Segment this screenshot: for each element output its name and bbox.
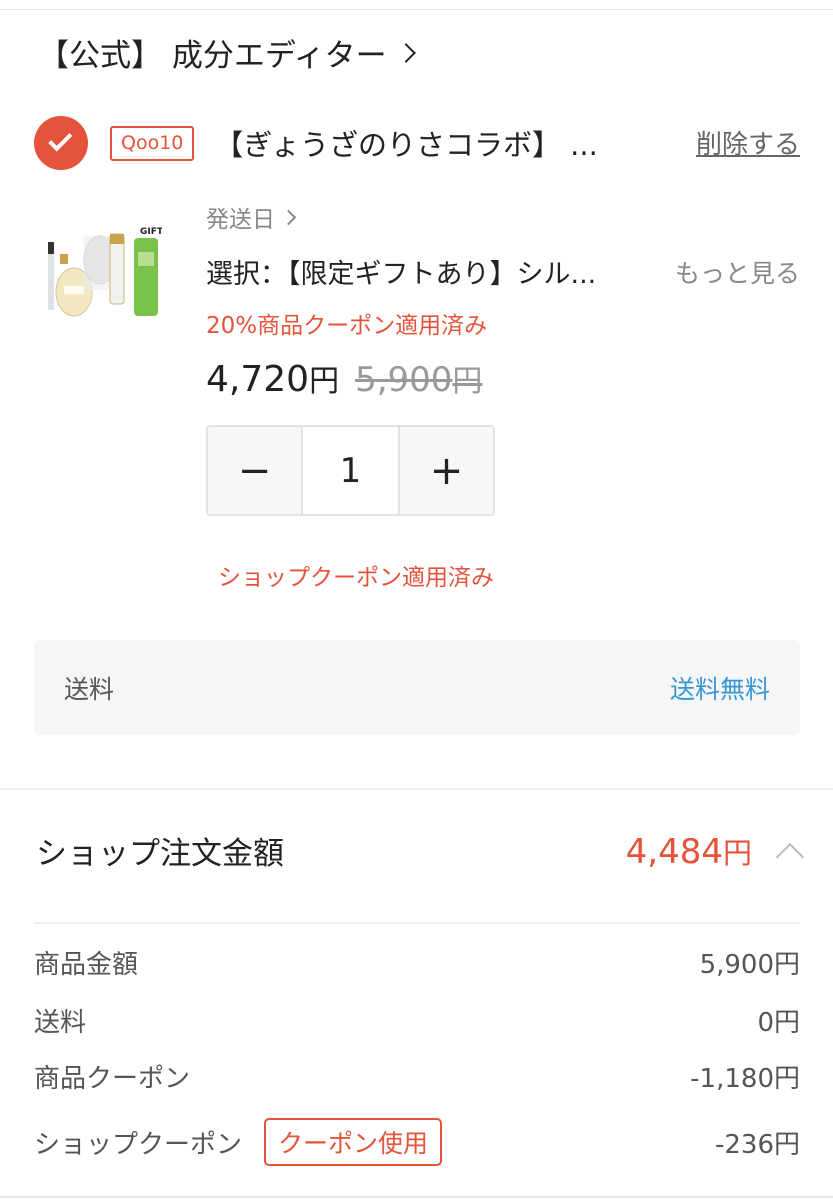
breakdown-divider xyxy=(34,922,800,924)
shipping-value: 送料無料 xyxy=(669,674,770,704)
order-total-right: 4,484円 xyxy=(625,830,805,872)
chevron-up-icon[interactable] xyxy=(775,842,805,871)
breakdown-value: 5,900円 xyxy=(699,950,800,980)
breakdown-row: 商品クーポン -1,180円 xyxy=(34,1058,800,1095)
order-total-amount: 4,484円 xyxy=(625,831,752,872)
item-title-row: Qoo10 【ぎょうざのりさコラボ】 ... 削除する xyxy=(34,116,800,170)
breakdown-row: ショップクーポン クーポン使用 -236円 xyxy=(34,1118,800,1166)
shop-name: 【公式】 成分エディター xyxy=(38,38,387,74)
selected-option: 選択：【限定ギフトあり】シル... xyxy=(206,259,597,290)
item-coupon-status: 20%商品クーポン適用済み xyxy=(206,313,488,339)
cart-page: 【公式】 成分エディター Qoo10 【ぎょうざのりさコラボ】 ... 削除する… xyxy=(0,0,833,1200)
select-checkbox[interactable] xyxy=(34,116,88,170)
breakdown-value: -1,180円 xyxy=(690,1064,800,1094)
quantity-value[interactable]: 1 xyxy=(301,427,400,514)
breakdown-label: ショップクーポン xyxy=(34,1129,243,1160)
bottom-divider xyxy=(0,1196,833,1198)
check-icon xyxy=(48,127,73,152)
product-image[interactable]: GIFT xyxy=(44,222,162,320)
breakdown-label: 商品クーポン xyxy=(34,1064,191,1094)
gift-text: GIFT xyxy=(140,227,162,237)
breakdown-value: -236円 xyxy=(714,1129,800,1160)
option-row: 選択：【限定ギフトあり】シル... もっと見る xyxy=(206,252,800,291)
breakdown-row: 送料 0円 xyxy=(34,1002,800,1039)
increase-button[interactable]: + xyxy=(400,427,493,514)
section-divider xyxy=(0,788,833,790)
ship-date-link[interactable]: 発送日 xyxy=(206,200,297,234)
show-more-link[interactable]: もっと見る xyxy=(675,254,800,290)
order-total-label: ショップ注文金額 xyxy=(36,836,284,872)
decrease-button[interactable]: − xyxy=(208,427,301,514)
shop-coupon-status: ショップクーポン適用済み xyxy=(218,565,494,591)
breakdown-row: 商品金額 5,900円 xyxy=(34,944,800,981)
chevron-right-icon xyxy=(280,209,297,225)
shipping-label: 送料 xyxy=(64,674,115,704)
delete-button[interactable]: 削除する xyxy=(696,124,800,161)
shop-header[interactable]: 【公式】 成分エディター xyxy=(38,30,416,75)
chevron-right-icon xyxy=(395,42,416,63)
top-divider xyxy=(0,0,833,10)
product-title[interactable]: 【ぎょうざのりさコラボ】 ... xyxy=(214,122,654,164)
breakdown-value: 0円 xyxy=(757,1008,800,1038)
price-row: 4,720円 5,900円 xyxy=(206,356,482,400)
original-price: 5,900円 xyxy=(355,360,483,400)
breakdown-label: 商品金額 xyxy=(34,950,139,980)
ship-date-label: 発送日 xyxy=(206,207,275,233)
quantity-stepper: − 1 + xyxy=(206,425,495,516)
store-badge: Qoo10 xyxy=(110,125,195,161)
breakdown-label-group: ショップクーポン クーポン使用 xyxy=(34,1118,443,1166)
order-total-row[interactable]: ショップ注文金額 4,484円 xyxy=(36,828,805,873)
breakdown-label: 送料 xyxy=(34,1008,87,1038)
use-coupon-button[interactable]: クーポン使用 xyxy=(264,1118,443,1166)
sale-price: 4,720円 xyxy=(206,359,340,400)
shipping-box: 送料 送料無料 xyxy=(34,640,800,735)
